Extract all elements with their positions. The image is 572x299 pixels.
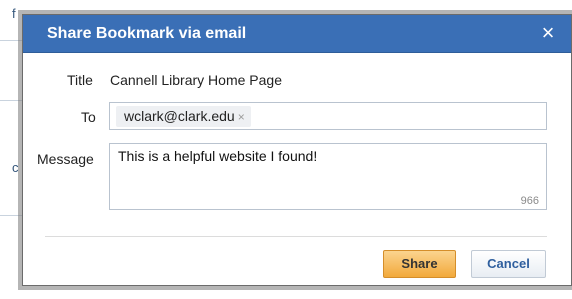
background-divider (0, 40, 22, 41)
footer-divider (45, 236, 547, 237)
recipient-token: wclark@clark.edu × (116, 106, 251, 127)
recipient-token-text: wclark@clark.edu (124, 108, 235, 124)
dialog-titlebar: Share Bookmark via email × (23, 15, 571, 53)
message-field[interactable]: This is a helpful website I found! (109, 143, 547, 210)
to-label: To (81, 109, 96, 125)
remove-token-icon[interactable]: × (238, 110, 245, 124)
character-count: 966 (520, 195, 539, 207)
close-icon[interactable]: × (537, 21, 559, 45)
share-button[interactable]: Share (383, 250, 456, 278)
cancel-button[interactable]: Cancel (471, 250, 546, 278)
dialog-title: Share Bookmark via email (47, 25, 247, 42)
background-divider (0, 100, 22, 101)
background-text-fragment: f (12, 6, 16, 21)
title-label: Title (67, 72, 93, 88)
to-field[interactable]: wclark@clark.edu × (109, 102, 547, 130)
background-text-fragment: c (12, 160, 19, 175)
message-label: Message (37, 151, 94, 167)
background-divider (0, 215, 22, 216)
share-bookmark-dialog: Share Bookmark via email × Title Cannell… (22, 14, 572, 286)
title-value: Cannell Library Home Page (110, 72, 282, 88)
